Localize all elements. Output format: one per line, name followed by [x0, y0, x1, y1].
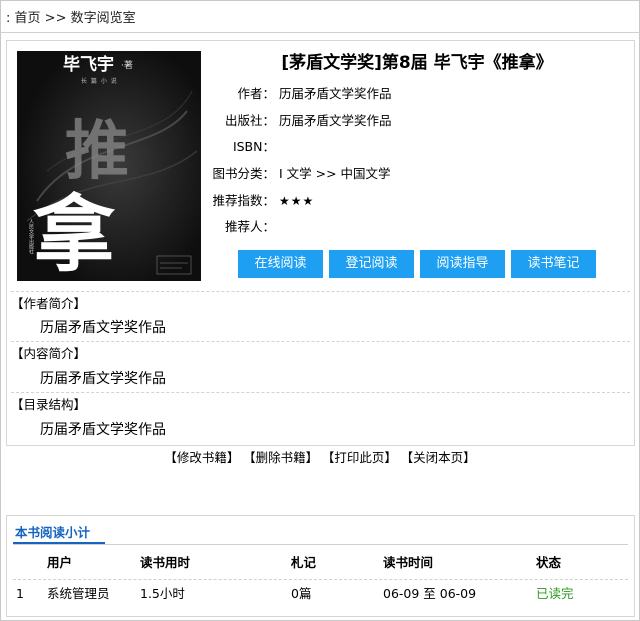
cover-subtitle: 长 篇 小 说 [81, 77, 118, 85]
close-page-link[interactable]: 【关闭本页】 [407, 450, 476, 465]
field-rating-label: 推荐指数： [212, 193, 275, 208]
content-intro-body: 历届矛盾文学奖作品 [40, 371, 166, 387]
column-header-status: 状态 [536, 555, 562, 570]
tab-reading-summary[interactable]: 本书阅读小计 [15, 524, 90, 544]
section-divider [11, 392, 630, 393]
row-time-spent: 1.5小时 [140, 586, 185, 601]
book-cover-art: 毕飞宇 ·著 长 篇 小 说 推 拿 人民文学出版社 [17, 51, 201, 281]
section-divider [11, 341, 630, 342]
field-isbn-label-box: ISBN： [201, 138, 275, 156]
field-author-label-box: 作者： [201, 85, 275, 103]
column-header-period: 读书时间 [383, 555, 434, 570]
field-category-label: 图书分类： [212, 166, 275, 181]
book-title: [茅盾文学奖]第8届 毕飞宇《推拿》 [281, 53, 553, 73]
field-publisher-label-box: 出版社： [201, 112, 275, 130]
row-status-badge: 已读完 [536, 586, 574, 601]
breadcrumb-separator: >> [44, 11, 67, 26]
content-intro-heading: 【内容简介】 [11, 346, 87, 361]
column-header-user: 用户 [47, 555, 73, 570]
field-publisher-value: 历届矛盾文学奖作品 [279, 113, 392, 128]
cover-author-suffix: ·著 [121, 59, 133, 71]
breadcrumb-prefix: : [6, 11, 15, 26]
row-index: 1 [16, 586, 24, 601]
breadcrumb: : 首页 >> 数字阅览室 [6, 10, 136, 28]
section-divider [11, 291, 630, 292]
reading-stats-panel: 本书阅读小计 用户 读书用时 札记 读书时间 状态 1 系统管理员 1.5小时 … [6, 515, 635, 617]
book-detail-panel: 毕飞宇 ·著 长 篇 小 说 推 拿 人民文学出版社 [茅盾文学奖]第8届 毕飞… [6, 40, 635, 446]
field-author-value: 历届矛盾文学奖作品 [279, 86, 392, 101]
book-cover-image: 毕飞宇 ·著 长 篇 小 说 推 拿 人民文学出版社 [17, 51, 201, 281]
edit-book-link[interactable]: 【修改书籍】 [164, 450, 239, 465]
breadcrumb-divider [0, 32, 640, 33]
cover-author: 毕飞宇 [63, 54, 114, 75]
author-intro-heading: 【作者简介】 [11, 296, 87, 311]
table-row-divider [13, 579, 628, 580]
breadcrumb-current: 数字阅览室 [70, 11, 136, 26]
field-recommender-label: 推荐人： [224, 219, 275, 234]
reading-guide-button[interactable]: 阅读指导 [420, 250, 505, 278]
toc-body: 历届矛盾文学奖作品 [40, 422, 166, 438]
delete-book-link[interactable]: 【删除书籍】 [249, 450, 318, 465]
toc-heading: 【目录结构】 [11, 397, 87, 412]
tab-divider [13, 544, 628, 545]
field-publisher-label: 出版社： [224, 113, 275, 128]
cover-char-bottom: 拿 [33, 187, 116, 281]
field-category-label-box: 图书分类： [201, 165, 275, 183]
row-notes: 0篇 [291, 586, 312, 601]
field-author-label: 作者： [237, 86, 275, 101]
column-header-notes: 札记 [291, 555, 317, 570]
cover-publisher: 人民文学出版社 [28, 219, 34, 255]
field-rating-stars: ★★★ [279, 194, 315, 208]
register-reading-button[interactable]: 登记阅读 [329, 250, 414, 278]
cover-char-top: 推 [65, 114, 129, 189]
column-header-time-spent: 读书用时 [140, 555, 191, 570]
breadcrumb-home-link[interactable]: 首页 [15, 11, 41, 26]
row-user: 系统管理员 [47, 586, 110, 601]
page-actions: 【修改书籍】 【删除书籍】 【打印此页】 【关闭本页】 [0, 449, 640, 467]
field-rating-label-box: 推荐指数： [201, 192, 275, 210]
author-intro-body: 历届矛盾文学奖作品 [40, 320, 166, 336]
reading-notes-button[interactable]: 读书笔记 [511, 250, 596, 278]
print-page-link[interactable]: 【打印此页】 [328, 450, 397, 465]
field-recommender-label-box: 推荐人： [201, 218, 275, 236]
field-category-value: I 文学 >> 中国文学 [279, 166, 391, 181]
read-online-button[interactable]: 在线阅读 [238, 250, 323, 278]
field-isbn-label: ISBN： [232, 139, 275, 154]
row-period: 06-09 至 06-09 [383, 586, 477, 601]
